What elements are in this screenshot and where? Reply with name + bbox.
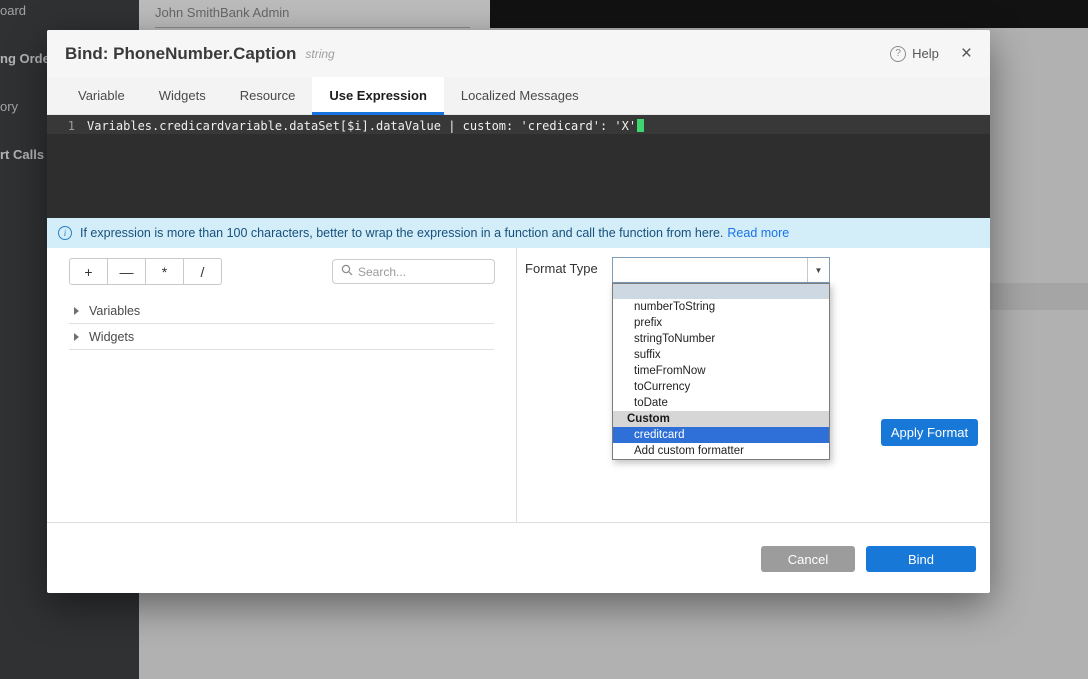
tab-use-expression[interactable]: Use Expression xyxy=(312,77,444,114)
search-input[interactable] xyxy=(358,265,486,279)
format-type-label: Format Type xyxy=(525,256,598,282)
option-creditcard[interactable]: creditcard xyxy=(613,427,829,443)
chevron-down-icon: ▼ xyxy=(807,258,829,282)
format-type-select[interactable]: ▼ xyxy=(612,257,830,283)
dialog-tabs: Variable Widgets Resource Use Expression… xyxy=(47,77,990,115)
tree-item-widgets[interactable]: Widgets xyxy=(69,324,494,350)
tree-item-variables[interactable]: Variables xyxy=(69,298,494,324)
divide-operator-button[interactable]: / xyxy=(183,258,222,285)
tree-item-label: Variables xyxy=(89,304,140,318)
tab-resource[interactable]: Resource xyxy=(223,77,313,114)
option-timefromnow[interactable]: timeFromNow xyxy=(613,363,829,379)
dialog-footer: Cancel Bind xyxy=(47,522,990,593)
option-todate[interactable]: toDate xyxy=(613,395,829,411)
editor-active-line: 1 Variables.credicardvariable.dataSet[$i… xyxy=(47,115,990,134)
expression-editor[interactable]: 1 Variables.credicardvariable.dataSet[$i… xyxy=(47,115,990,218)
option-tocurrency[interactable]: toCurrency xyxy=(613,379,829,395)
format-panel: Format Type ▼ numberToString prefix stri… xyxy=(517,248,990,522)
chevron-right-icon xyxy=(74,307,79,315)
read-more-link[interactable]: Read more xyxy=(727,226,789,240)
dialog-title: Bind: PhoneNumber.Caption xyxy=(65,44,296,64)
optgroup-custom: Custom xyxy=(613,411,829,427)
apply-format-button[interactable]: Apply Format xyxy=(881,419,978,446)
expression-tools-panel: + — * / Variables Widgets xyxy=(47,248,517,522)
option-blank[interactable] xyxy=(613,284,829,299)
line-number: 1 xyxy=(47,119,87,133)
option-numbertostring[interactable]: numberToString xyxy=(613,299,829,315)
help-link[interactable]: Help xyxy=(912,46,939,61)
option-suffix[interactable]: suffix xyxy=(613,347,829,363)
expression-code: Variables.credicardvariable.dataSet[$i].… xyxy=(87,119,636,133)
close-icon[interactable]: × xyxy=(961,44,972,63)
format-type-dropdown: numberToString prefix stringToNumber suf… xyxy=(612,283,830,460)
text-cursor xyxy=(637,119,644,132)
tab-localized-messages[interactable]: Localized Messages xyxy=(444,77,596,114)
tab-widgets[interactable]: Widgets xyxy=(142,77,223,114)
bind-dialog: Bind: PhoneNumber.Caption string ? Help … xyxy=(47,30,990,593)
dialog-header: Bind: PhoneNumber.Caption string ? Help … xyxy=(47,30,990,77)
bind-source-tree: Variables Widgets xyxy=(69,298,494,350)
minus-operator-button[interactable]: — xyxy=(107,258,146,285)
bind-button[interactable]: Bind xyxy=(866,546,976,572)
dialog-body: + — * / Variables Widgets xyxy=(47,248,990,522)
plus-operator-button[interactable]: + xyxy=(69,258,108,285)
chevron-right-icon xyxy=(74,333,79,341)
info-icon: i xyxy=(58,226,72,240)
option-add-custom-formatter[interactable]: Add custom formatter xyxy=(613,443,829,459)
info-bar: i If expression is more than 100 charact… xyxy=(47,218,990,248)
option-stringtonumber[interactable]: stringToNumber xyxy=(613,331,829,347)
operator-group: + — * / xyxy=(69,258,222,285)
help-icon[interactable]: ? xyxy=(890,46,906,62)
tab-variable[interactable]: Variable xyxy=(61,77,142,114)
cancel-button[interactable]: Cancel xyxy=(761,546,855,572)
search-box xyxy=(332,259,495,284)
search-icon xyxy=(341,263,353,281)
option-prefix[interactable]: prefix xyxy=(613,315,829,331)
info-text: If expression is more than 100 character… xyxy=(80,226,723,240)
tree-item-label: Widgets xyxy=(89,330,134,344)
dialog-subtitle-type: string xyxy=(305,47,334,61)
multiply-operator-button[interactable]: * xyxy=(145,258,184,285)
